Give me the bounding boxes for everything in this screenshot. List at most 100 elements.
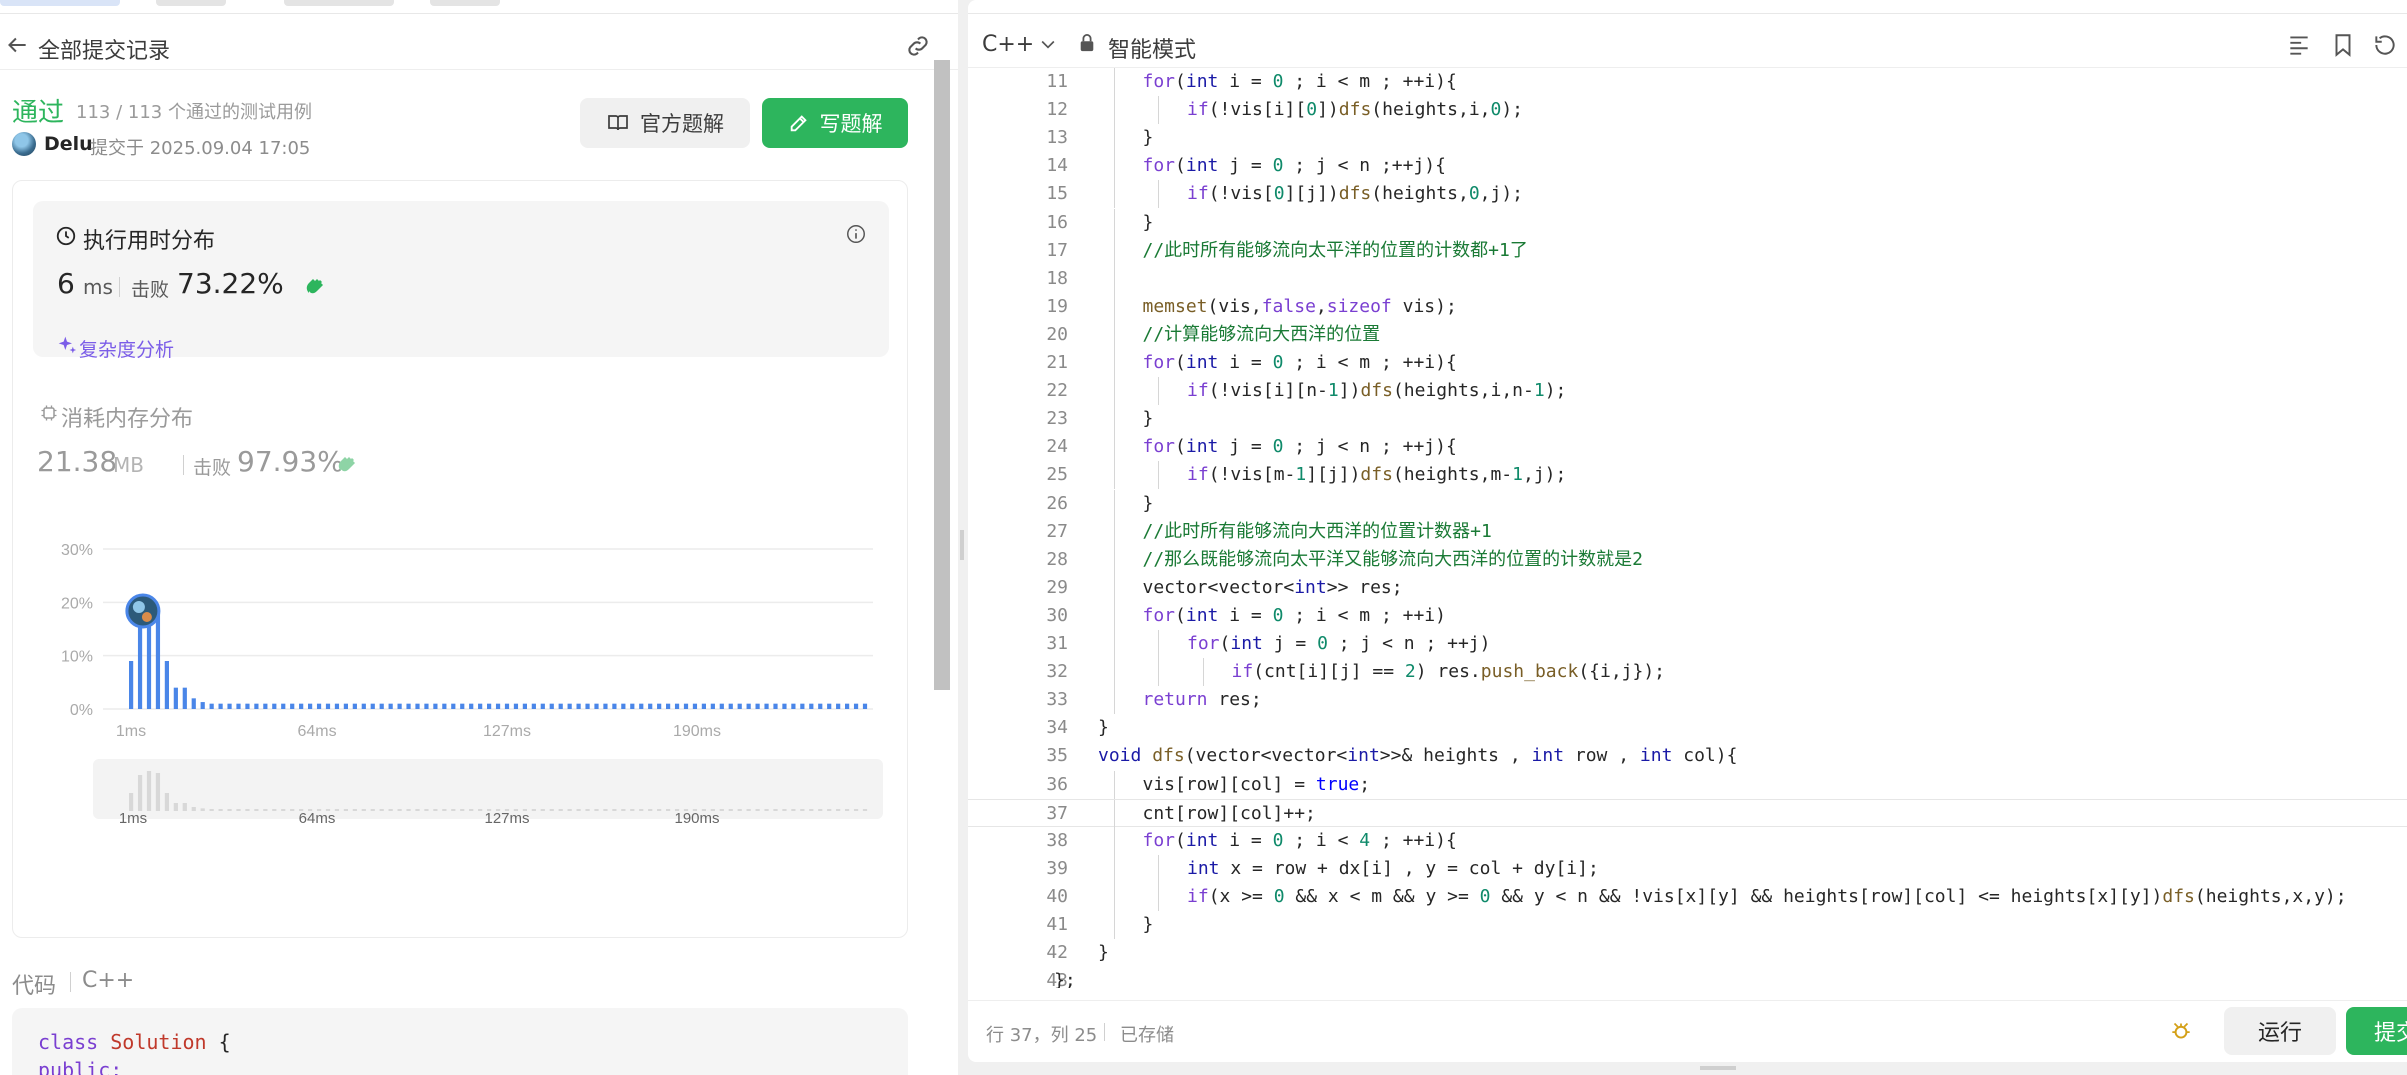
code-line[interactable]: 33 return res; xyxy=(968,686,2407,715)
code-line[interactable]: 13} xyxy=(968,124,2407,153)
write-solution-button[interactable]: 写题解 xyxy=(762,98,908,148)
memory-title[interactable]: 消耗内存分布 xyxy=(61,401,193,433)
overview-bar xyxy=(612,809,617,811)
code-token: for xyxy=(1142,155,1176,177)
chart-bar xyxy=(370,703,375,709)
debug-icon[interactable] xyxy=(2168,1017,2194,1043)
smart-mode-label[interactable]: 智能模式 xyxy=(1108,32,1196,64)
code-line[interactable]: 31 for(int j = 0 ; j < n ; ++j) xyxy=(968,630,2407,659)
chart-bar xyxy=(728,703,733,709)
chart-bar xyxy=(254,703,259,709)
code-line[interactable]: 41} xyxy=(968,911,2407,940)
tab-description-sliver[interactable] xyxy=(0,0,120,6)
username[interactable]: Delu xyxy=(44,133,93,155)
chart-bar xyxy=(290,703,295,709)
link-icon[interactable] xyxy=(904,32,932,60)
chart-bar xyxy=(129,661,134,709)
code-token: (!vis[i][ xyxy=(1208,99,1307,121)
chart-bar xyxy=(173,687,178,709)
tab-solutions-sliver[interactable] xyxy=(156,0,226,6)
chart-overview-strip[interactable]: 1ms 64ms 127ms 190ms xyxy=(93,759,883,827)
chart-current-marker xyxy=(125,593,161,629)
code-line[interactable]: 20 //计算能够流向大西洋的位置 xyxy=(968,320,2407,349)
submitted-code-preview[interactable]: class Solution { public: xyxy=(12,1008,908,1075)
bottom-resize-grip-icon[interactable] xyxy=(1700,1066,1736,1070)
code-line[interactable]: 26} xyxy=(968,489,2407,518)
format-align-icon[interactable] xyxy=(2286,32,2312,58)
complexity-analysis-link[interactable]: 复杂度分析 xyxy=(79,335,174,362)
tab-submissions-sliver[interactable] xyxy=(284,0,394,6)
code-line[interactable]: 39 int x = row + dx[i] , y = col + dy[i]; xyxy=(968,854,2407,883)
user-avatar[interactable] xyxy=(12,132,36,156)
overview-bar xyxy=(218,809,223,811)
overview-bar xyxy=(433,809,438,811)
code-line[interactable]: 40 if(x >= 0 && x < m && y >= 0 && y < n … xyxy=(968,882,2407,911)
overview-bar xyxy=(146,771,152,811)
reset-icon[interactable] xyxy=(2372,32,2398,58)
code-token: if xyxy=(1231,661,1254,683)
code-line[interactable]: 34} xyxy=(968,714,2407,742)
code-line[interactable]: 30 for(int i = 0 ; i < m ; ++i) xyxy=(968,601,2407,630)
left-scrollbar-thumb[interactable] xyxy=(934,60,950,690)
overview-x-tick-label: 64ms xyxy=(299,810,336,827)
chevron-down-icon[interactable] xyxy=(1038,34,1058,54)
code-line[interactable]: 17 //此时所有能够流向太平洋的位置的计数都+1了 xyxy=(968,236,2407,265)
code-line[interactable]: 15 if(!vis[0][j])dfs(heights,0,j); xyxy=(968,180,2407,209)
bookmark-icon[interactable] xyxy=(2330,32,2356,58)
overview-bar xyxy=(549,809,554,811)
code-line[interactable]: 12 if(!vis[i][0])dfs(heights,i,0); xyxy=(968,96,2407,125)
code-line[interactable]: 42} xyxy=(968,939,2407,967)
code-token: int xyxy=(1185,352,1219,373)
code-line[interactable]: 14 for(int j = 0 ; j < n ;++j){ xyxy=(968,152,2407,181)
code-token: ({i,j}); xyxy=(1578,661,1666,683)
code-line[interactable]: 18 xyxy=(968,264,2407,293)
code-line[interactable]: 21 for(int i = 0 ; i < m ; ++i){ xyxy=(968,349,2407,378)
code-line[interactable]: 11 for(int i = 0 ; i < m ; ++i){ xyxy=(968,68,2407,97)
tab-notes-sliver[interactable] xyxy=(430,0,500,6)
splitter-grip-icon[interactable] xyxy=(960,530,964,560)
code-editor[interactable]: 11 for(int i = 0 ; i < m ; ++i){12 if(!vis… xyxy=(968,68,2407,988)
language-select[interactable]: C++ xyxy=(982,32,1034,57)
code-line[interactable]: 27 //此时所有能够流向大西洋的位置计数器+1 xyxy=(968,517,2407,546)
code-text: for(int i = 0 ; i < m ; ++i){ xyxy=(1143,68,1457,96)
code-line[interactable]: 24 for(int j = 0 ; j < n ; ++j){ xyxy=(968,433,2407,462)
code-line[interactable]: 37 cnt[row][col]++; xyxy=(968,798,2407,828)
code-line[interactable]: 43}; xyxy=(968,967,2407,988)
runtime-distribution-chart[interactable]: 30% 20% 10% 0% 1ms 64ms 127ms 190ms 1ms 64ms 127… xyxy=(33,531,893,921)
code-line[interactable]: 19 memset(vis,false,sizeof vis); xyxy=(968,292,2407,321)
code-text: void dfs(vector<vector<int>>& heights , … xyxy=(1098,742,1737,770)
chart-bar xyxy=(531,703,536,709)
indent-guide xyxy=(1113,630,1115,659)
chart-bar xyxy=(639,703,644,709)
code-token: (x >= xyxy=(1208,885,1274,907)
chart-bar xyxy=(415,703,420,709)
code-token: i = xyxy=(1218,71,1273,92)
code-line[interactable]: 22 if(!vis[i][n-1])dfs(heights,i,n-1); xyxy=(968,377,2407,406)
submit-button[interactable]: 提交 xyxy=(2346,1007,2407,1055)
overview-bar xyxy=(352,809,357,811)
line-number: 11 xyxy=(1046,71,1068,92)
code-token: if xyxy=(1187,183,1209,205)
chip-icon xyxy=(41,405,57,421)
code-line[interactable]: 38 for(int i = 0 ; i < 4 ; ++i){ xyxy=(968,826,2407,855)
info-icon[interactable] xyxy=(845,223,867,245)
code-line[interactable]: 35 void dfs(vector<vector<int>>& heights … xyxy=(968,742,2407,770)
code-token: vis[row][col] = xyxy=(1142,773,1316,795)
arrow-left-icon[interactable] xyxy=(4,32,30,58)
code-line[interactable]: 23} xyxy=(968,405,2407,434)
runtime-beat-percent: 73.22% xyxy=(177,267,284,300)
code-line[interactable]: 16} xyxy=(968,208,2407,237)
indent-guide xyxy=(1113,826,1115,855)
run-button[interactable]: 运行 xyxy=(2224,1007,2336,1055)
runtime-section[interactable]: 执行用时分布 6 ms 击败 73.22% 复杂度分析 xyxy=(33,201,889,361)
chart-y-tick-label: 20% xyxy=(61,595,93,612)
official-solution-button[interactable]: 官方题解 xyxy=(580,98,750,148)
code-line[interactable]: 29 vector<vector<int>> res; xyxy=(968,573,2407,602)
code-line[interactable]: 25 if(!vis[m-1][j])dfs(heights,m-1,j); xyxy=(968,461,2407,490)
all-submissions-title[interactable]: 全部提交记录 xyxy=(38,33,170,65)
code-token: return xyxy=(1142,689,1208,711)
overview-bar xyxy=(836,809,841,811)
code-line[interactable]: 36 vis[row][col] = true; xyxy=(968,770,2407,799)
code-line[interactable]: 28 //那么既能够流向太平洋又能够流向大西洋的位置的计数就是2 xyxy=(968,545,2407,574)
code-line[interactable]: 32 if(cnt[i][j] == 2) res.push_back({i,j}… xyxy=(968,658,2407,687)
